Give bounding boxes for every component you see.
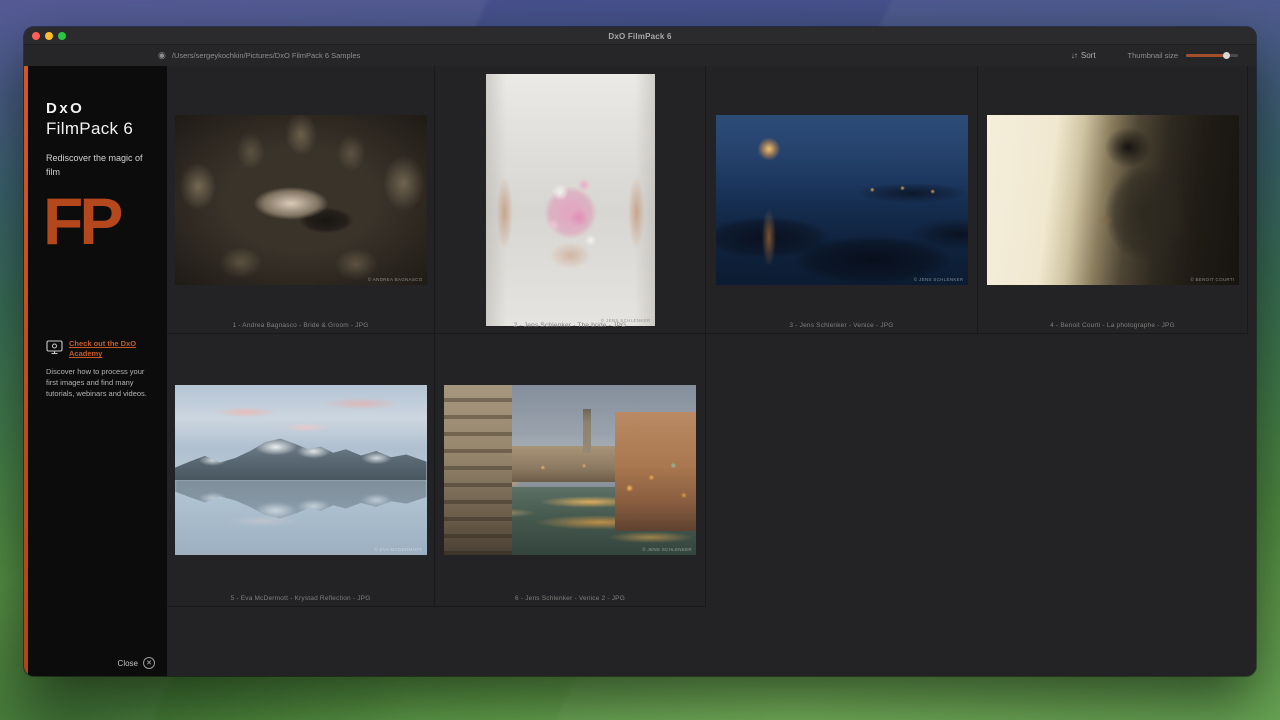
thumbnail-the-bride[interactable]: © JENS SCHLENKER (486, 74, 655, 326)
gallery-grid: © ANDREA BAGNASCO 1 - Andrea Bagnasco - … (167, 66, 1256, 676)
photo-watermark: © JENS SCHLENKER (914, 277, 964, 282)
sort-label: Sort (1081, 51, 1096, 60)
thumbnail-size-thumb[interactable] (1223, 52, 1230, 59)
thumbnail-bride-groom[interactable]: © ANDREA BAGNASCO (175, 115, 427, 285)
thumbnail-caption: 1 - Andrea Bagnasco - Bride & Groom - JP… (167, 322, 434, 329)
thumbnail-venice-2[interactable]: © JENS SCHLENKER (444, 385, 696, 555)
buildings-right-shape (615, 412, 696, 531)
thumbnail-venice[interactable]: © JENS SCHLENKER (716, 115, 968, 285)
fp-monogram: FP (43, 190, 159, 253)
academy-description: Discover how to process your first image… (46, 366, 156, 400)
photo-watermark: © ANDREA BAGNASCO (368, 277, 423, 282)
thumbnail-size-fill (1186, 54, 1227, 57)
thumbnail-caption: 2 - Jens Schlenker - The bride - JPG (435, 322, 705, 329)
close-circle-icon: ✕ (143, 657, 155, 669)
photo-watermark: © EVA MCDERMOTT (375, 547, 423, 552)
sidebar: DxO FilmPack 6 Rediscover the magic of f… (24, 66, 167, 676)
thumbnail-size-slider[interactable] (1186, 54, 1238, 57)
thumbnail-caption: 3 - Jens Schlenker - Venice - JPG (706, 322, 977, 329)
source-folder-button[interactable]: ◉ /Users/sergeykochkin/Pictures/DxO Film… (158, 51, 360, 60)
academy-link[interactable]: Check out the DxO Academy (69, 339, 159, 360)
academy-section: Check out the DxO Academy Discover how t… (46, 339, 159, 400)
gallery-cell: © JENS SCHLENKER 3 - Jens Schlenker - Ve… (706, 66, 978, 334)
thumbnail-caption: 4 - Benoit Courti - La photographe - JPG (978, 322, 1247, 329)
bell-tower-shape (583, 409, 592, 453)
gallery-cell: © JENS SCHLENKER 6 - Jens Schlenker - Ve… (435, 334, 706, 607)
gallery-cell: © ANDREA BAGNASCO 1 - Andrea Bagnasco - … (167, 66, 435, 334)
toolbar: ◉ /Users/sergeykochkin/Pictures/DxO Film… (24, 45, 1256, 66)
mountain-reflection-shape (175, 480, 427, 521)
mountain-shape (175, 436, 427, 480)
gallery-cell: © EVA MCDERMOTT 5 - Eva McDermott - Krys… (167, 334, 435, 607)
dxo-logo: DxO (46, 100, 159, 117)
source-folder-icon: ◉ (158, 51, 166, 60)
sort-arrows-icon: ↓↑ (1071, 51, 1077, 60)
toolbar-right: ↓↑ Sort Thumbnail size (1071, 51, 1238, 60)
palazzo-left-shape (444, 385, 512, 555)
thumbnail-la-photographe[interactable]: © BENOIT COURTI (987, 115, 1239, 285)
monitor-icon (46, 340, 63, 360)
app-window: DxO FilmPack 6 ◉ /Users/sergeykochkin/Pi… (24, 27, 1256, 676)
close-button[interactable]: Close ✕ (118, 657, 155, 669)
sort-button[interactable]: ↓↑ Sort (1071, 51, 1096, 60)
buildings-shape (512, 446, 615, 482)
tagline: Rediscover the magic of film (46, 152, 146, 180)
product-name: FilmPack 6 (46, 119, 159, 139)
photo-watermark: © JENS SCHLENKER (642, 547, 692, 552)
thumbnail-caption: 6 - Jens Schlenker - Venice 2 - JPG (435, 595, 705, 602)
window-title: DxO FilmPack 6 (24, 27, 1256, 45)
title-bar: DxO FilmPack 6 (24, 27, 1256, 45)
source-path: /Users/sergeykochkin/Pictures/DxO FilmPa… (172, 51, 360, 60)
accent-stripe (24, 66, 28, 676)
close-label: Close (118, 659, 138, 668)
thumbnail-size-label: Thumbnail size (1128, 51, 1178, 60)
window-content: DxO FilmPack 6 Rediscover the magic of f… (24, 66, 1256, 676)
gallery-cell: © JENS SCHLENKER 2 - Jens Schlenker - Th… (435, 66, 706, 334)
photo-watermark: © BENOIT COURTI (1190, 277, 1234, 282)
gallery-cell: © BENOIT COURTI 4 - Benoit Courti - La p… (978, 66, 1248, 334)
thumbnail-caption: 5 - Eva McDermott - Krystad Reflection -… (167, 595, 434, 602)
thumbnail-krystad-reflection[interactable]: © EVA MCDERMOTT (175, 385, 427, 555)
